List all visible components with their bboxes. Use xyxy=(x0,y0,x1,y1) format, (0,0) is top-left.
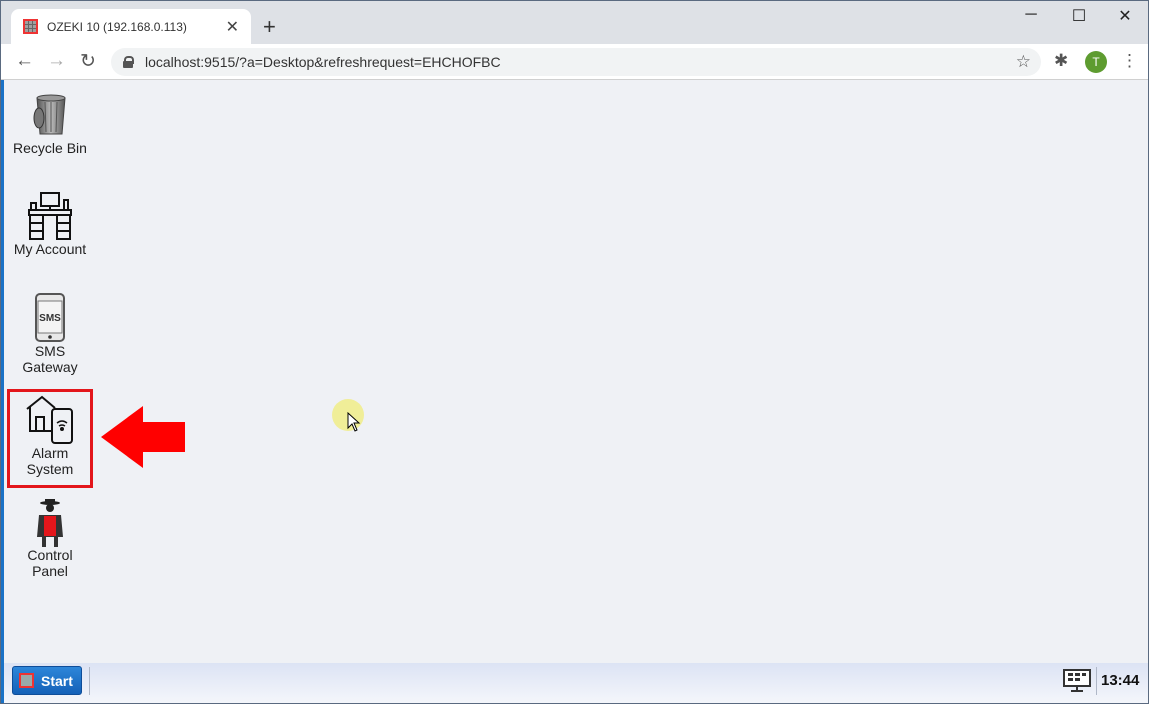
taskbar-clock: 13:44 xyxy=(1101,672,1140,689)
new-tab-button[interactable]: + xyxy=(263,14,276,40)
icon-label: My Account xyxy=(13,241,87,257)
browser-window: OZEKI 10 (192.168.0.113) ✕ + ─ ☐ ✕ ← → ↻… xyxy=(0,0,1149,704)
desktop-icon-sms-gateway[interactable]: SMS SMS Gateway xyxy=(7,293,93,375)
red-arrow-icon xyxy=(101,406,185,468)
close-window-button[interactable]: ✕ xyxy=(1102,6,1148,26)
address-bar[interactable]: localhost:9515/?a=Desktop&refreshrequest… xyxy=(111,48,1041,76)
desktop-screen-icon[interactable] xyxy=(1063,669,1091,693)
start-label: Start xyxy=(41,672,73,689)
taskbar-separator xyxy=(89,667,90,695)
start-button[interactable]: Start xyxy=(12,666,82,695)
browser-menu-icon[interactable]: ⋮ xyxy=(1121,51,1138,71)
svg-text:SMS: SMS xyxy=(39,313,61,324)
desktop-area: Recycle Bin My Account SMS SMS Gateway A… xyxy=(1,80,1148,663)
maximize-button[interactable]: ☐ xyxy=(1056,6,1102,26)
lock-icon xyxy=(123,56,134,68)
recycle-bin-icon xyxy=(33,94,66,135)
desk-icon xyxy=(28,192,72,240)
highlight-box xyxy=(7,389,93,488)
tab-bar: OZEKI 10 (192.168.0.113) ✕ + ─ ☐ ✕ xyxy=(1,1,1148,44)
browser-tab[interactable]: OZEKI 10 (192.168.0.113) ✕ xyxy=(11,9,251,44)
reload-button[interactable]: ↻ xyxy=(80,50,96,73)
desktop-icon-my-account[interactable]: My Account xyxy=(7,191,93,257)
ozeki-logo-icon xyxy=(19,673,34,688)
agent-icon xyxy=(37,499,63,547)
tab-title: OZEKI 10 (192.168.0.113) xyxy=(47,19,187,34)
forward-button[interactable]: → xyxy=(47,50,66,72)
ozeki-favicon-icon xyxy=(23,19,38,34)
browser-toolbar: ← → ↻ localhost:9515/?a=Desktop&refreshr… xyxy=(1,44,1148,80)
profile-avatar[interactable]: T xyxy=(1085,51,1107,73)
back-button[interactable]: ← xyxy=(15,50,34,72)
desktop-icon-recycle-bin[interactable]: Recycle Bin xyxy=(7,90,93,156)
bookmark-star-icon[interactable]: ☆ xyxy=(1016,52,1031,72)
icon-label: SMS Gateway xyxy=(22,343,78,375)
sms-phone-icon: SMS xyxy=(35,293,65,342)
tab-close-button[interactable]: ✕ xyxy=(226,17,239,37)
url-text[interactable]: localhost:9515/?a=Desktop&refreshrequest… xyxy=(145,54,1016,70)
mouse-pointer-icon xyxy=(347,412,361,432)
icon-label: Recycle Bin xyxy=(13,140,87,156)
extensions-puzzle-icon[interactable]: ✱ xyxy=(1054,51,1068,71)
desktop-icon-control-panel[interactable]: Control Panel xyxy=(7,497,93,579)
taskbar-separator xyxy=(1096,667,1097,695)
taskbar: Start 13:44 xyxy=(1,663,1148,703)
minimize-button[interactable]: ─ xyxy=(1008,6,1054,24)
icon-label: Control Panel xyxy=(27,547,73,579)
